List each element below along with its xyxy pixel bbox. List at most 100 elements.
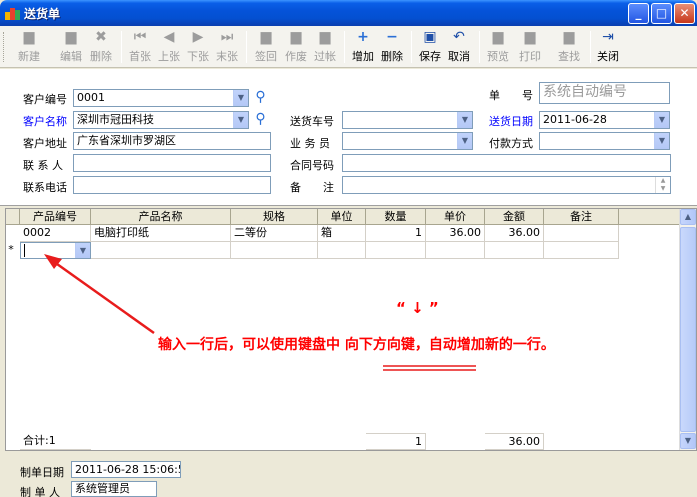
annotation-key-quote: “ ↓ ” — [396, 299, 439, 317]
detail-grid: 产品编号 产品名称 规格 单位 数量 单价 金额 备注 0002 电脑打印纸 二… — [5, 208, 697, 451]
vehicle-combo[interactable]: ▼ — [342, 111, 473, 129]
toolbar-find-button[interactable]: ▆ 查找 — [552, 29, 586, 65]
annotation-arrow — [44, 254, 476, 371]
toolbar-print-button[interactable]: ▆ 打印 — [513, 29, 547, 65]
chevron-down-icon[interactable]: ▼ — [233, 90, 248, 106]
save-icon: ▣ — [423, 29, 437, 45]
toolbar-add-button[interactable]: + 增加 — [349, 29, 377, 65]
delete-x-icon: ✖ — [95, 29, 107, 45]
window-title: 送货单 — [24, 7, 61, 21]
toolbar-delete-button[interactable]: ✖ 删除 — [87, 29, 115, 65]
doc-no-label: 单 号 — [489, 89, 533, 102]
toolbar-separator — [246, 31, 247, 63]
toolbar-prev-button[interactable]: ◀ 上张 — [155, 29, 183, 65]
annotation-text: 输入一行后，可以使用键盘中 向下方向键，自动增加新的一行。 — [158, 337, 555, 353]
clerk-label: 业 务 员 — [290, 137, 330, 150]
undo-icon: ↶ — [453, 29, 465, 45]
total-label: 合计:1 — [20, 433, 91, 450]
next-record-icon: ▶ — [192, 29, 204, 45]
scroll-thumb[interactable] — [680, 227, 696, 432]
customer-addr-field[interactable]: 广东省深圳市罗湖区 — [73, 132, 271, 150]
delivery-date-picker[interactable]: 2011-06-28 ▼ — [539, 111, 670, 129]
prev-record-icon: ◀ — [163, 29, 175, 45]
toolbar-first-button[interactable]: ⏮ 首张 — [126, 29, 154, 65]
customer-code-combo[interactable]: 0001 ▼ — [73, 89, 249, 107]
doc-no-field[interactable]: 系统自动编号 — [539, 82, 670, 104]
toolbar-preview-button[interactable]: ▆ 预览 — [484, 29, 512, 65]
created-date-label: 制单日期 — [20, 466, 64, 479]
annotation-key: 向下方向键 — [344, 337, 415, 353]
toolbar-separator — [344, 31, 345, 63]
header-form: 客户编号 0001 ▼ ⚲ 单 号 系统自动编号 客户名称 深圳市冠田科技 ▼ … — [0, 69, 697, 206]
last-record-icon: ⏭ — [220, 29, 234, 45]
toolbar-last-button[interactable]: ⏭ 末张 — [213, 29, 241, 65]
toolbar-separator — [411, 31, 412, 63]
chevron-down-icon[interactable]: ▼ — [457, 112, 472, 128]
chevron-down-icon[interactable]: ▼ — [654, 112, 669, 128]
contact-label: 联 系 人 — [23, 159, 63, 172]
search-icon[interactable]: ⚲ — [252, 89, 269, 106]
toolbar-separator — [590, 31, 591, 63]
clerk-combo[interactable]: ▼ — [342, 132, 473, 150]
customer-name-label: 客户名称 — [23, 115, 67, 128]
scroll-up-icon[interactable]: ▲ — [680, 209, 696, 225]
toolbar-remove-row-button[interactable]: − 删除 — [378, 29, 406, 65]
toolbar-post-button[interactable]: ▆ 过帐 — [311, 29, 339, 65]
remark-field[interactable]: ▲ ▼ — [342, 176, 671, 194]
scroll-down-icon[interactable]: ▼ — [680, 433, 696, 449]
first-record-icon: ⏮ — [133, 29, 147, 45]
customer-name-combo[interactable]: 深圳市冠田科技 ▼ — [73, 111, 249, 129]
toolbar-next-button[interactable]: ▶ 下张 — [184, 29, 212, 65]
vehicle-label: 送货车号 — [290, 115, 334, 128]
total-qty: 1 — [366, 433, 426, 450]
toolbar-void-button[interactable]: ▆ 作废 — [282, 29, 310, 65]
toolbar-edit-button[interactable]: ▆ 编辑 — [57, 29, 85, 65]
toolbar-new-button[interactable]: ▆ 新建 — [14, 29, 44, 65]
toolbar: ▆ 新建 ▆ 编辑 ✖ 删除 ⏮ 首张 ◀ 上张 ▶ 下张 ⏭ 末张 ▆ 签回 … — [0, 26, 697, 68]
chevron-down-icon[interactable]: ▼ — [654, 133, 669, 149]
minimize-button[interactable]: _ — [628, 3, 649, 24]
exit-icon: ⇥ — [602, 29, 614, 45]
customer-addr-label: 客户地址 — [23, 137, 67, 150]
grid-totals-row: 合计:1 1 36.00 — [6, 433, 679, 450]
contract-field[interactable] — [342, 154, 671, 172]
total-amount: 36.00 — [485, 433, 544, 450]
toolbar-close-button[interactable]: ⇥ 关闭 — [594, 29, 622, 65]
chevron-down-icon[interactable]: ▼ — [457, 133, 472, 149]
created-date-field: 2011-06-28 15:06:55 — [71, 461, 181, 478]
creator-field: 系统管理员 — [71, 481, 157, 497]
signback-icon: ▆ — [260, 29, 272, 45]
toolbar-cancel-button[interactable]: ↶ 取消 — [445, 29, 473, 65]
toolbar-separator — [479, 31, 480, 63]
search-icon[interactable]: ⚲ — [252, 111, 269, 128]
customer-code-label: 客户编号 — [23, 93, 67, 106]
close-button[interactable]: ✕ — [674, 3, 695, 24]
new-doc-icon: ▆ — [23, 29, 35, 45]
find-icon: ▆ — [563, 29, 575, 45]
toolbar-signback-button[interactable]: ▆ 签回 — [252, 29, 280, 65]
print-icon: ▆ — [524, 29, 536, 45]
toolbar-separator — [121, 31, 122, 63]
app-icon — [5, 6, 20, 20]
maximize-button[interactable]: □ — [651, 3, 672, 24]
void-icon: ▆ — [290, 29, 302, 45]
remark-label: 备 注 — [290, 181, 334, 194]
phone-field[interactable] — [73, 176, 271, 194]
preview-icon: ▆ — [492, 29, 504, 45]
bottom-info-panel: 制单日期 2011-06-28 15:06:55 制 单 人 系统管理员 — [0, 452, 697, 497]
chevron-down-icon[interactable]: ▼ — [233, 112, 248, 128]
edit-icon: ▆ — [65, 29, 77, 45]
grid-vertical-scrollbar[interactable]: ▲ ▼ — [679, 209, 696, 450]
contract-label: 合同号码 — [290, 159, 334, 172]
contact-field[interactable] — [73, 154, 271, 172]
creator-label: 制 单 人 — [20, 486, 60, 497]
delivery-note-window: 送货单 _ □ ✕ ▆ 新建 ▆ 编辑 ✖ 删除 ⏮ 首张 ◀ 上张 ▶ 下张 — [0, 0, 697, 497]
toolbar-grip[interactable] — [3, 32, 6, 62]
spin-icon[interactable]: ▲ ▼ — [655, 177, 670, 193]
post-icon: ▆ — [319, 29, 331, 45]
payment-combo[interactable]: ▼ — [539, 132, 670, 150]
title-bar[interactable]: 送货单 _ □ ✕ — [0, 0, 697, 26]
payment-label: 付款方式 — [489, 137, 533, 150]
delivery-date-label: 送货日期 — [489, 115, 533, 128]
toolbar-save-button[interactable]: ▣ 保存 — [416, 29, 444, 65]
